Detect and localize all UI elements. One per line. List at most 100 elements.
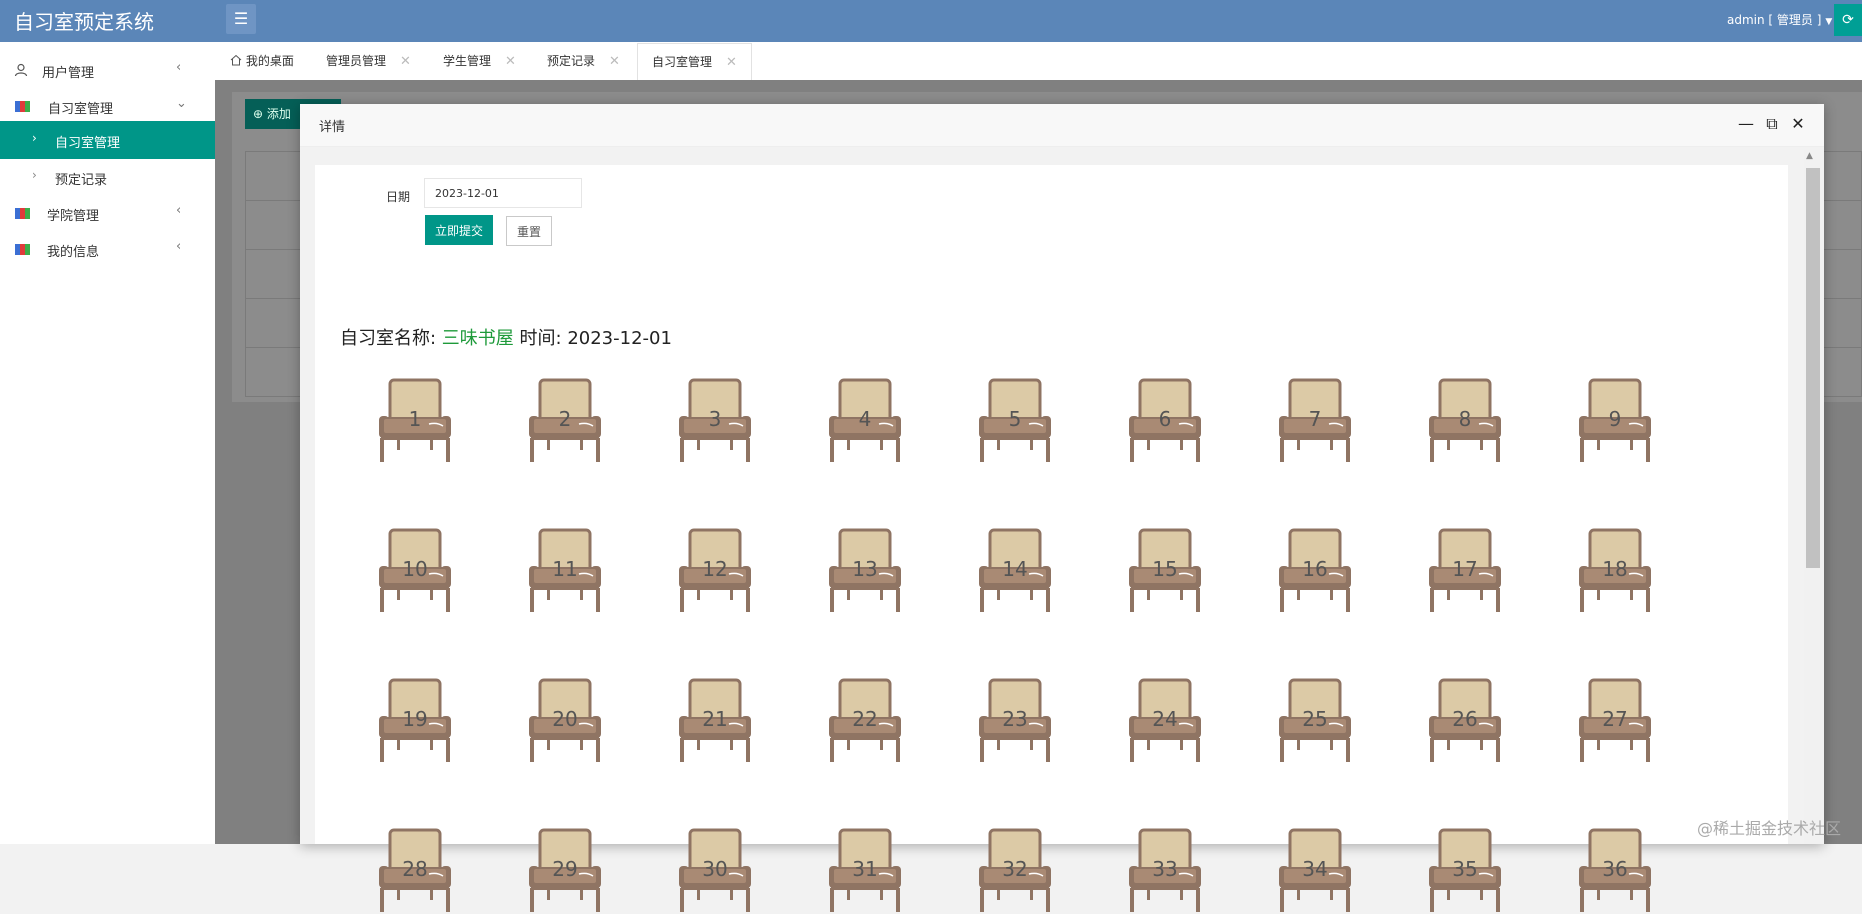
sidebar-item-my-info[interactable]: 我的信息 ‹ [0,231,215,267]
seat-number: 34 [1302,857,1328,881]
seat-number: 16 [1302,557,1328,581]
seat-number: 3 [708,407,722,431]
seat-25[interactable]: 25 [1275,678,1355,764]
close-icon[interactable]: ✕ [726,55,737,70]
sidebar-item-user-management[interactable]: 用户管理 ‹ [0,52,215,88]
tab-student-management[interactable]: 学生管理 ✕ [443,42,516,80]
seat-number: 10 [402,557,428,581]
seat-number: 31 [852,857,878,881]
tab-room-management[interactable]: 自习室管理 ✕ [637,43,752,81]
menu-toggle-button[interactable]: ☰ [226,4,256,34]
seat-23[interactable]: 23 [975,678,1055,764]
chevron-left-icon: ‹ [176,60,182,75]
close-icon[interactable]: ✕ [1788,114,1808,134]
caret-down-icon: ▼ [1825,17,1833,27]
seat-32[interactable]: 32 [975,828,1055,914]
seat-31[interactable]: 31 [825,828,905,914]
room-info: 自习室名称: 三味书屋 时间: 2023-12-01 [340,324,672,350]
seat-11[interactable]: 11 [525,528,605,614]
seat-number: 4 [858,407,872,431]
date-input[interactable] [424,178,582,208]
maximize-icon[interactable]: ⧉ [1762,114,1782,134]
seat-26[interactable]: 26 [1425,678,1505,764]
seat-18[interactable]: 18 [1575,528,1655,614]
seat-24[interactable]: 24 [1125,678,1205,764]
seat-36[interactable]: 36 [1575,828,1655,914]
scroll-up-icon[interactable]: ▲ [1806,151,1813,161]
seat-number: 18 [1602,557,1628,581]
close-icon[interactable]: ✕ [400,54,411,69]
seat-number: 8 [1458,407,1472,431]
tab-bar: 我的桌面 管理员管理 ✕ 学生管理 ✕ 预定记录 ✕ 自习室管理 ✕ [215,42,1862,81]
submit-button[interactable]: 立即提交 [425,215,493,245]
seat-7[interactable]: 7 [1275,378,1355,464]
seat-17[interactable]: 17 [1425,528,1505,614]
modal-title: 详情 [319,120,346,135]
seat-number: 32 [1002,857,1028,881]
seat-number: 27 [1602,707,1628,731]
seat-5[interactable]: 5 [975,378,1055,464]
seat-8[interactable]: 8 [1425,378,1505,464]
seat-number: 30 [702,857,728,881]
chevron-left-icon: ‹ [176,203,182,218]
tab-label: 自习室管理 [652,55,713,69]
app-title: 自习室预定系统 [14,10,154,34]
seat-22[interactable]: 22 [825,678,905,764]
chevron-left-icon: ‹ [176,239,182,254]
watermark: @稀土掘金技术社区 [1697,819,1842,838]
sidebar-item-label: 我的信息 [47,245,100,260]
seat-21[interactable]: 21 [675,678,755,764]
modal-header: 详情 — ⧉ ✕ [300,104,1824,147]
user-label: admin [ 管理员 ] [1727,13,1822,27]
seat-number: 28 [402,857,428,881]
scrollbar-thumb[interactable] [1806,168,1820,568]
seat-number: 14 [1002,557,1028,581]
seat-number: 13 [852,557,878,581]
seat-30[interactable]: 30 [675,828,755,914]
seat-number: 7 [1308,407,1322,431]
seat-14[interactable]: 14 [975,528,1055,614]
seat-3[interactable]: 3 [675,378,755,464]
chevron-right-icon: › [32,168,37,182]
seat-number: 1 [408,407,422,431]
seat-16[interactable]: 16 [1275,528,1355,614]
tab-admin-management[interactable]: 管理员管理 ✕ [326,42,411,80]
seat-19[interactable]: 19 [375,678,455,764]
tab-my-desktop[interactable]: 我的桌面 [230,42,294,80]
sidebar-item-label: 用户管理 [42,66,95,81]
seat-35[interactable]: 35 [1425,828,1505,914]
minimize-icon[interactable]: — [1736,114,1756,134]
seat-20[interactable]: 20 [525,678,605,764]
seat-9[interactable]: 9 [1575,378,1655,464]
tab-reservation-records[interactable]: 预定记录 ✕ [547,42,620,80]
close-icon[interactable]: ✕ [505,54,516,69]
reset-button[interactable]: 重置 [506,216,552,246]
seat-1[interactable]: 1 [375,378,455,464]
tab-label: 学生管理 [443,54,492,68]
seat-13[interactable]: 13 [825,528,905,614]
seat-2[interactable]: 2 [525,378,605,464]
close-icon[interactable]: ✕ [609,54,620,69]
sidebar-item-reservation-records[interactable]: › 预定记录 [0,159,215,195]
sidebar: 用户管理 ‹ 自习室管理 ⌄ › 自习室管理 › 预定记录 学院管理 ‹ 我的信… [0,42,215,844]
seat-33[interactable]: 33 [1125,828,1205,914]
sidebar-item-room-management-group[interactable]: 自习室管理 ⌄ [0,88,215,124]
sidebar-item-college-management[interactable]: 学院管理 ‹ [0,195,215,231]
seat-number: 11 [552,557,578,581]
seat-6[interactable]: 6 [1125,378,1205,464]
seat-28[interactable]: 28 [375,828,455,914]
seat-number: 29 [552,857,578,881]
seat-29[interactable]: 29 [525,828,605,914]
seat-10[interactable]: 10 [375,528,455,614]
user-menu[interactable]: admin [ 管理员 ] ▼ [1727,11,1832,28]
refresh-button[interactable]: ⟳ [1834,4,1862,36]
sidebar-item-room-management[interactable]: › 自习室管理 [0,121,215,159]
seat-34[interactable]: 34 [1275,828,1355,914]
seat-15[interactable]: 15 [1125,528,1205,614]
seat-number: 33 [1152,857,1178,881]
books-icon [15,208,30,219]
seat-27[interactable]: 27 [1575,678,1655,764]
seat-12[interactable]: 12 [675,528,755,614]
seat-4[interactable]: 4 [825,378,905,464]
seat-number: 15 [1152,557,1178,581]
